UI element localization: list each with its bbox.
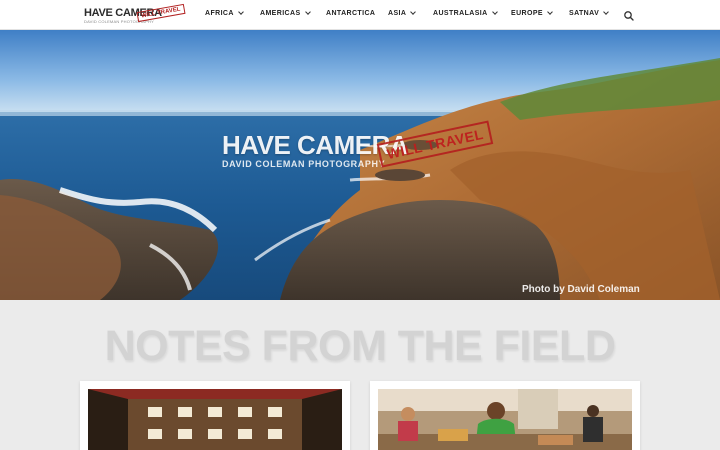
nav-item-label: AUSTRALASIA <box>433 10 488 17</box>
search-icon <box>624 11 634 21</box>
site-header: HAVE CAMERA DAVID COLEMAN PHOTOGRAPHY WI… <box>0 0 720 30</box>
chevron-down-icon <box>304 9 311 15</box>
nav-item-africa[interactable]: AFRICA <box>205 9 244 17</box>
nav-item-europe[interactable]: EUROPE <box>511 9 553 17</box>
chevron-down-icon <box>491 9 498 15</box>
chevron-down-icon <box>547 9 553 15</box>
article-card-image[interactable] <box>88 389 342 450</box>
article-card[interactable] <box>370 381 640 450</box>
photo-credit: Photo by David Coleman <box>522 284 640 295</box>
nav-item-americas[interactable]: AMERICAS <box>260 9 311 17</box>
section-title: NOTES FROM THE FIELD <box>104 322 616 370</box>
nav-item-australasia[interactable]: AUSTRALASIA <box>433 9 498 17</box>
hero-banner: HAVE CAMERA DAVID COLEMAN PHOTOGRAPHY WI… <box>0 30 720 300</box>
nav-item-label: AMERICAS <box>260 10 301 17</box>
main-nav: AFRICA AMERICAS ANTARCTICA ASIA AUSTRALA… <box>0 0 720 30</box>
ornate-ceiling-photo <box>88 389 342 450</box>
market-vendor-photo <box>378 389 632 450</box>
nav-item-label: EUROPE <box>511 10 543 17</box>
hero-subtitle: DAVID COLEMAN PHOTOGRAPHY <box>222 159 386 169</box>
nav-item-asia[interactable]: ASIA <box>388 9 417 17</box>
chevron-down-icon <box>410 9 417 15</box>
nav-item-label: ASIA <box>388 10 407 17</box>
chevron-down-icon <box>238 9 244 15</box>
article-card-image[interactable] <box>378 389 632 450</box>
nav-item-label: SATNAV <box>569 10 600 17</box>
search-button[interactable] <box>623 9 635 21</box>
nav-item-label: AFRICA <box>205 10 234 17</box>
article-card[interactable] <box>80 381 350 450</box>
nav-item-satnav[interactable]: SATNAV <box>569 9 609 17</box>
chevron-down-icon <box>603 9 609 15</box>
nav-item-antarctica[interactable]: ANTARCTICA <box>326 10 375 17</box>
nav-item-label: ANTARCTICA <box>326 10 376 17</box>
